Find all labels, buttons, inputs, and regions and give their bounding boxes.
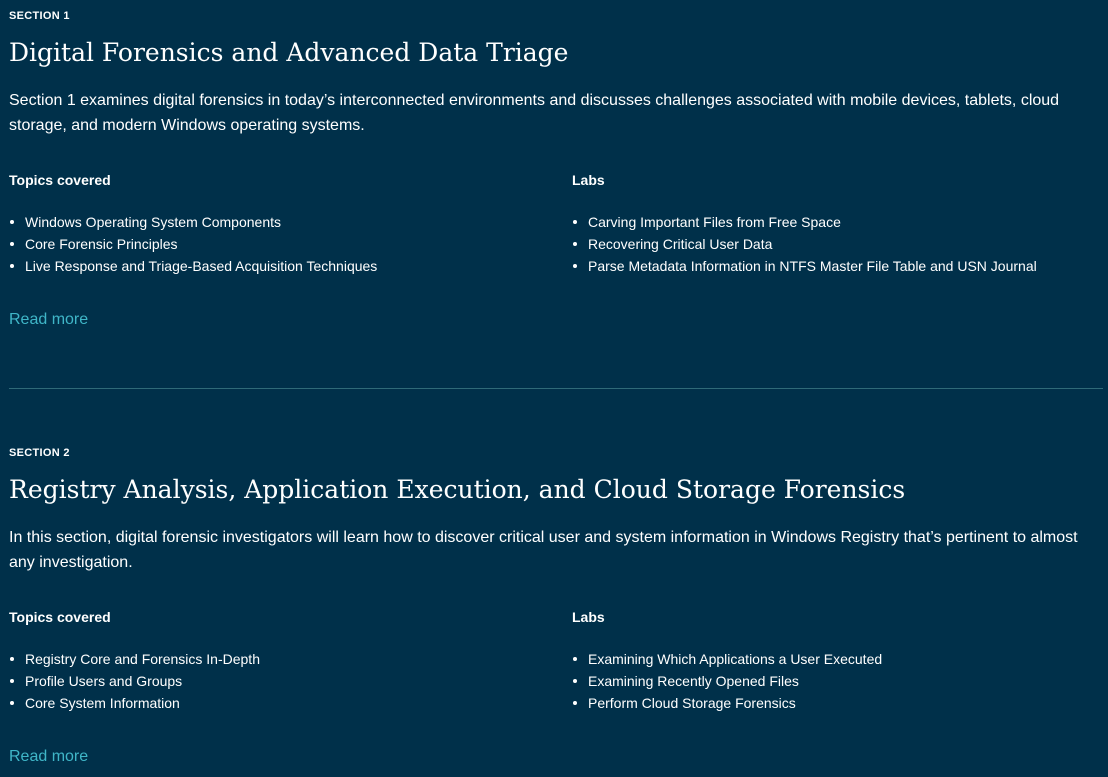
bullet-icon <box>573 701 577 705</box>
bullet-icon <box>10 679 14 683</box>
list-item: Windows Operating System Components <box>9 211 549 233</box>
section-title: Registry Analysis, Application Execution… <box>9 475 906 504</box>
list-item: Live Response and Triage-Based Acquisiti… <box>9 255 549 277</box>
section-description: In this section, digital forensic invest… <box>9 529 1078 571</box>
topics-column: Topics covered Windows Operating System … <box>9 172 549 277</box>
list-item-label: Registry Core and Forensics In-Depth <box>25 651 260 667</box>
list-item: Core System Information <box>9 692 549 714</box>
list-item-label: Live Response and Triage-Based Acquisiti… <box>25 258 378 274</box>
section-eyebrow: SECTION 1 <box>9 10 70 22</box>
list-item-label: Perform Cloud Storage Forensics <box>588 695 796 711</box>
list-item: Registry Core and Forensics In-Depth <box>9 648 549 670</box>
list-item: Examining Recently Opened Files <box>572 670 1104 692</box>
read-more-link[interactable]: Read more <box>9 748 88 766</box>
list-item-label: Windows Operating System Components <box>25 214 281 230</box>
bullet-icon <box>10 657 14 661</box>
page: SECTION 1 Digital Forensics and Advanced… <box>0 0 1108 777</box>
list-item: Core Forensic Principles <box>9 233 549 255</box>
bullet-icon <box>10 701 14 705</box>
list-item: Carving Important Files from Free Space <box>572 211 1104 233</box>
bullet-icon <box>573 220 577 224</box>
list-item-label: Core Forensic Principles <box>25 236 178 252</box>
list-item: Recovering Critical User Data <box>572 233 1104 255</box>
list-item-label: Examining Which Applications a User Exec… <box>588 651 883 667</box>
topics-heading: Topics covered <box>9 609 111 625</box>
list-item: Perform Cloud Storage Forensics <box>572 692 1104 714</box>
bullet-icon <box>10 264 14 268</box>
topics-column: Topics covered Registry Core and Forensi… <box>9 609 549 714</box>
bullet-icon <box>573 657 577 661</box>
list-item: Examining Which Applications a User Exec… <box>572 648 1104 670</box>
section-title: Digital Forensics and Advanced Data Tria… <box>9 38 569 67</box>
labs-column: Labs Carving Important Files from Free S… <box>572 172 1104 277</box>
topics-heading: Topics covered <box>9 172 111 188</box>
bullet-icon <box>573 679 577 683</box>
read-more-link[interactable]: Read more <box>9 311 88 329</box>
list-item-label: Examining Recently Opened Files <box>588 673 799 689</box>
bullet-icon <box>573 264 577 268</box>
labs-column: Labs Examining Which Applications a User… <box>572 609 1104 714</box>
section-description: Section 1 examines digital forensics in … <box>9 92 1060 134</box>
labs-list: Examining Which Applications a User Exec… <box>572 648 1104 714</box>
topics-list: Windows Operating System Components Core… <box>9 211 549 277</box>
topics-list: Registry Core and Forensics In-Depth Pro… <box>9 648 549 714</box>
bullet-icon <box>10 220 14 224</box>
labs-heading: Labs <box>572 172 605 188</box>
section-eyebrow: SECTION 2 <box>9 447 70 459</box>
section-divider <box>9 388 1103 389</box>
list-item-label: Core System Information <box>25 695 180 711</box>
labs-list: Carving Important Files from Free Space … <box>572 211 1104 277</box>
bullet-icon <box>10 242 14 246</box>
list-item: Profile Users and Groups <box>9 670 549 692</box>
list-item-label: Profile Users and Groups <box>25 673 183 689</box>
list-item-label: Parse Metadata Information in NTFS Maste… <box>588 258 1037 274</box>
bullet-icon <box>573 242 577 246</box>
labs-heading: Labs <box>572 609 605 625</box>
list-item-label: Carving Important Files from Free Space <box>588 214 841 230</box>
list-item-label: Recovering Critical User Data <box>588 236 773 252</box>
list-item: Parse Metadata Information in NTFS Maste… <box>572 255 1104 277</box>
